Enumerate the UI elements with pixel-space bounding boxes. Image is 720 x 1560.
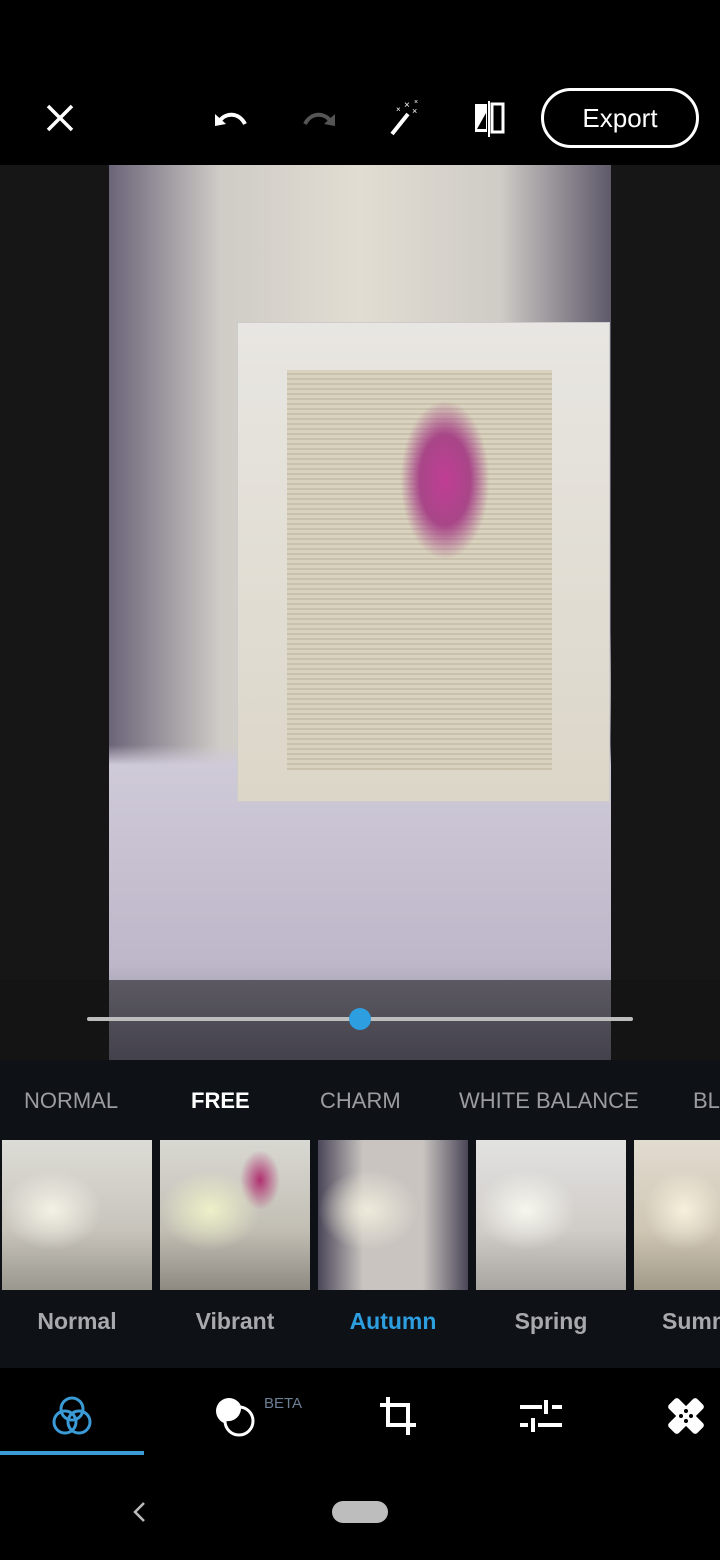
- blend-icon[interactable]: [210, 1392, 260, 1440]
- export-button[interactable]: Export: [541, 88, 699, 148]
- crop-icon[interactable]: [374, 1392, 422, 1440]
- svg-text:×: ×: [412, 106, 417, 116]
- close-icon[interactable]: [40, 98, 80, 138]
- svg-text:×: ×: [396, 105, 401, 114]
- beta-badge: BETA: [264, 1395, 303, 1412]
- svg-text:×: ×: [404, 100, 410, 111]
- preset-label-selected[interactable]: Autumn: [318, 1308, 468, 1335]
- preset-thumb-autumn[interactable]: [318, 1140, 468, 1290]
- category-charm[interactable]: CHARM: [320, 1088, 401, 1114]
- undo-icon[interactable]: [210, 100, 252, 138]
- compare-icon[interactable]: [468, 98, 510, 140]
- preset-label[interactable]: Normal: [2, 1308, 152, 1335]
- preset-label[interactable]: Vibrant: [160, 1308, 310, 1335]
- preset-label[interactable]: Summ: [634, 1308, 720, 1335]
- category-bl[interactable]: BL: [693, 1088, 720, 1114]
- adjustments-icon[interactable]: [517, 1392, 565, 1440]
- category-normal[interactable]: NORMAL: [24, 1088, 118, 1114]
- photo-print: [400, 400, 490, 560]
- intensity-slider-handle[interactable]: [349, 1008, 371, 1030]
- preset-thumb-vibrant[interactable]: [160, 1140, 310, 1290]
- svg-text:×: ×: [414, 99, 418, 106]
- bottom-tab-bar: [0, 1368, 720, 1460]
- back-chevron-icon[interactable]: [126, 1498, 152, 1526]
- category-free[interactable]: FREE: [191, 1088, 250, 1114]
- preset-thumb-spring[interactable]: [476, 1140, 626, 1290]
- home-pill[interactable]: [332, 1501, 388, 1523]
- active-tab-indicator: [0, 1451, 144, 1455]
- redo-icon[interactable]: [298, 100, 340, 138]
- preset-thumb-summer[interactable]: [634, 1140, 720, 1290]
- category-white-balance[interactable]: WHITE BALANCE: [459, 1088, 639, 1114]
- magic-wand-icon[interactable]: × × × ×: [384, 96, 426, 140]
- healing-icon[interactable]: [662, 1392, 710, 1440]
- preset-label[interactable]: Spring: [476, 1308, 626, 1335]
- looks-icon[interactable]: [48, 1392, 96, 1440]
- preset-thumb-normal[interactable]: [2, 1140, 152, 1290]
